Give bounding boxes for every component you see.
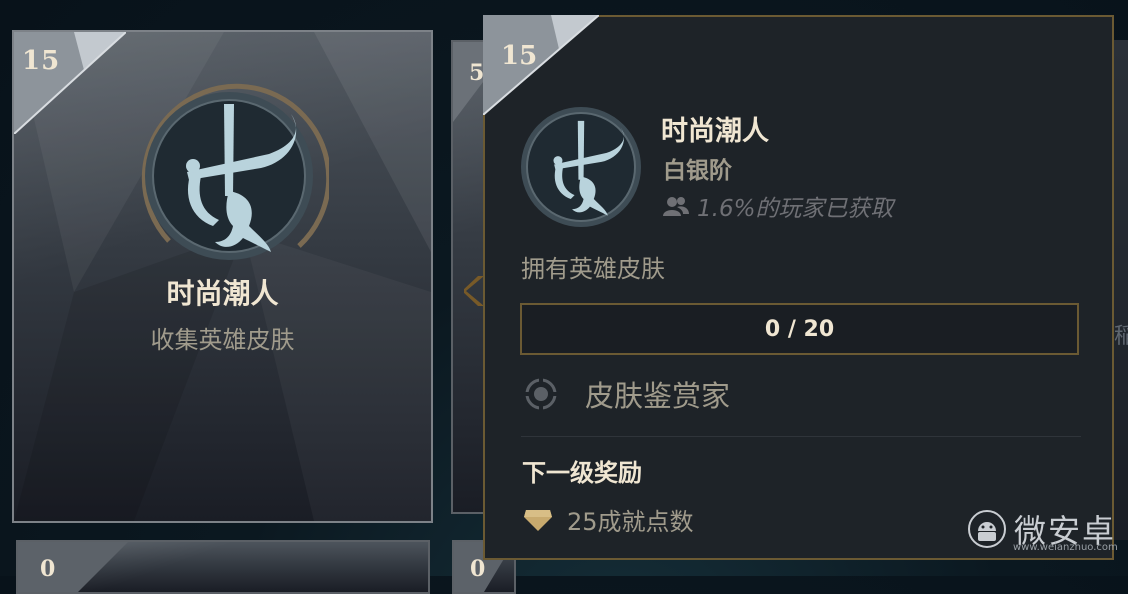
level-corner-icon xyxy=(18,542,128,592)
achievement-card-main[interactable]: 15 时尚潮人 收集英雄皮肤 xyxy=(12,30,433,523)
players-icon xyxy=(663,197,689,216)
skin-collector-emblem-icon xyxy=(521,107,641,227)
tooltip-level: 15 xyxy=(501,41,538,71)
main-card-level: 15 xyxy=(22,46,61,76)
achievement-tooltip: 15 时尚潮人 白银阶 1.6%的玩家已获取 拥有英雄皮肤 0 / 20 皮肤鉴… xyxy=(483,15,1114,560)
skin-collector-emblem-icon xyxy=(142,83,329,260)
tooltip-tier: 白银阶 xyxy=(663,158,732,184)
achievement-card-bottom-left[interactable]: 0 xyxy=(16,540,430,594)
tooltip-percent-row: 1.6%的玩家已获取 xyxy=(663,189,893,223)
title-reward-label: 皮肤鉴赏家 xyxy=(585,379,731,413)
main-card-subtitle: 收集英雄皮肤 xyxy=(150,326,295,354)
gem-icon xyxy=(524,509,552,531)
progress-text: 0 / 20 xyxy=(764,316,835,342)
bottom-card-level: 0 xyxy=(40,556,57,582)
tooltip-progress-bar: 0 / 20 xyxy=(520,303,1079,355)
reward-text: 25成就点数 xyxy=(567,508,694,536)
main-card-title: 时尚潮人 xyxy=(166,277,279,310)
divider xyxy=(521,436,1081,437)
title-reward-row: 皮肤鉴赏家 xyxy=(523,373,730,415)
tooltip-title: 时尚潮人 xyxy=(661,116,769,147)
tooltip-percent: 1.6%的玩家已获取 xyxy=(697,196,894,222)
achievement-card-right-edge[interactable] xyxy=(1114,40,1128,540)
title-target-icon xyxy=(523,376,559,412)
reward-row: 25成就点数 xyxy=(523,502,694,537)
next-reward-heading: 下一级奖励 xyxy=(522,459,642,487)
android-logo-icon xyxy=(968,510,1006,548)
right-card-partial-text: 稲 xyxy=(1114,324,1128,349)
watermark-url: www.weianzhuo.com xyxy=(1013,542,1118,553)
tooltip-description: 拥有英雄皮肤 xyxy=(521,255,665,283)
